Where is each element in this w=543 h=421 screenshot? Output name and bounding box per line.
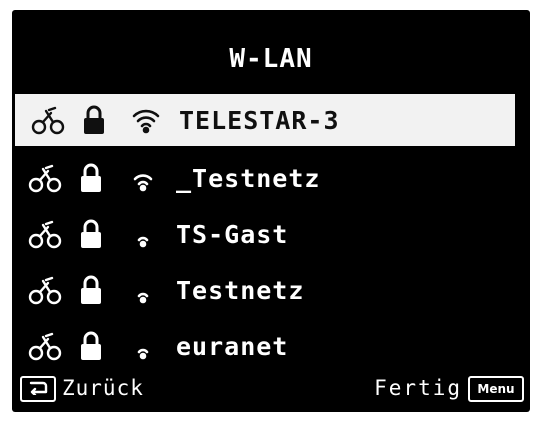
lock-icon [78,274,104,306]
network-row-testnetz-underscore[interactable]: _Testnetz [12,150,517,206]
network-ssid: Testnetz [176,275,305,305]
network-row-euranet[interactable]: euranet [12,318,517,374]
network-row-ts-gast[interactable]: TS-Gast [12,206,517,262]
lock-icon [81,104,107,136]
wifi-signal-icon [128,275,158,305]
network-ssid: TS-Gast [176,219,289,249]
network-ssid: euranet [176,331,289,361]
wps-icon [28,329,62,363]
lock-icon [78,330,104,362]
wifi-signal-icon [128,219,158,249]
network-list: TELESTAR-3 _Testnetz TS-Gast Testnetz eu… [12,94,530,374]
page-title: W-LAN [229,44,313,74]
back-button[interactable] [20,376,56,402]
menu-button[interactable]: Menu [468,376,524,402]
network-row-telestar-3[interactable]: TELESTAR-3 [15,94,515,146]
softkey-bar: Zurück Fertig Menu [12,374,530,406]
done-label: Fertig [374,376,462,400]
wifi-signal-icon [128,163,158,193]
device-screen: W-LAN TELESTAR-3 _Testnetz TS-Gast Testn… [12,10,530,412]
lock-icon [78,218,104,250]
wps-icon [28,273,62,307]
wifi-signal-icon [128,331,158,361]
return-arrow-icon [27,379,49,399]
wifi-signal-icon [131,105,161,135]
wps-icon [28,217,62,251]
network-ssid: _Testnetz [176,163,321,193]
wps-icon [28,161,62,195]
wps-icon [31,103,65,137]
lock-icon [78,162,104,194]
network-row-testnetz[interactable]: Testnetz [12,262,517,318]
network-ssid: TELESTAR-3 [179,105,340,135]
back-label: Zurück [62,376,144,400]
